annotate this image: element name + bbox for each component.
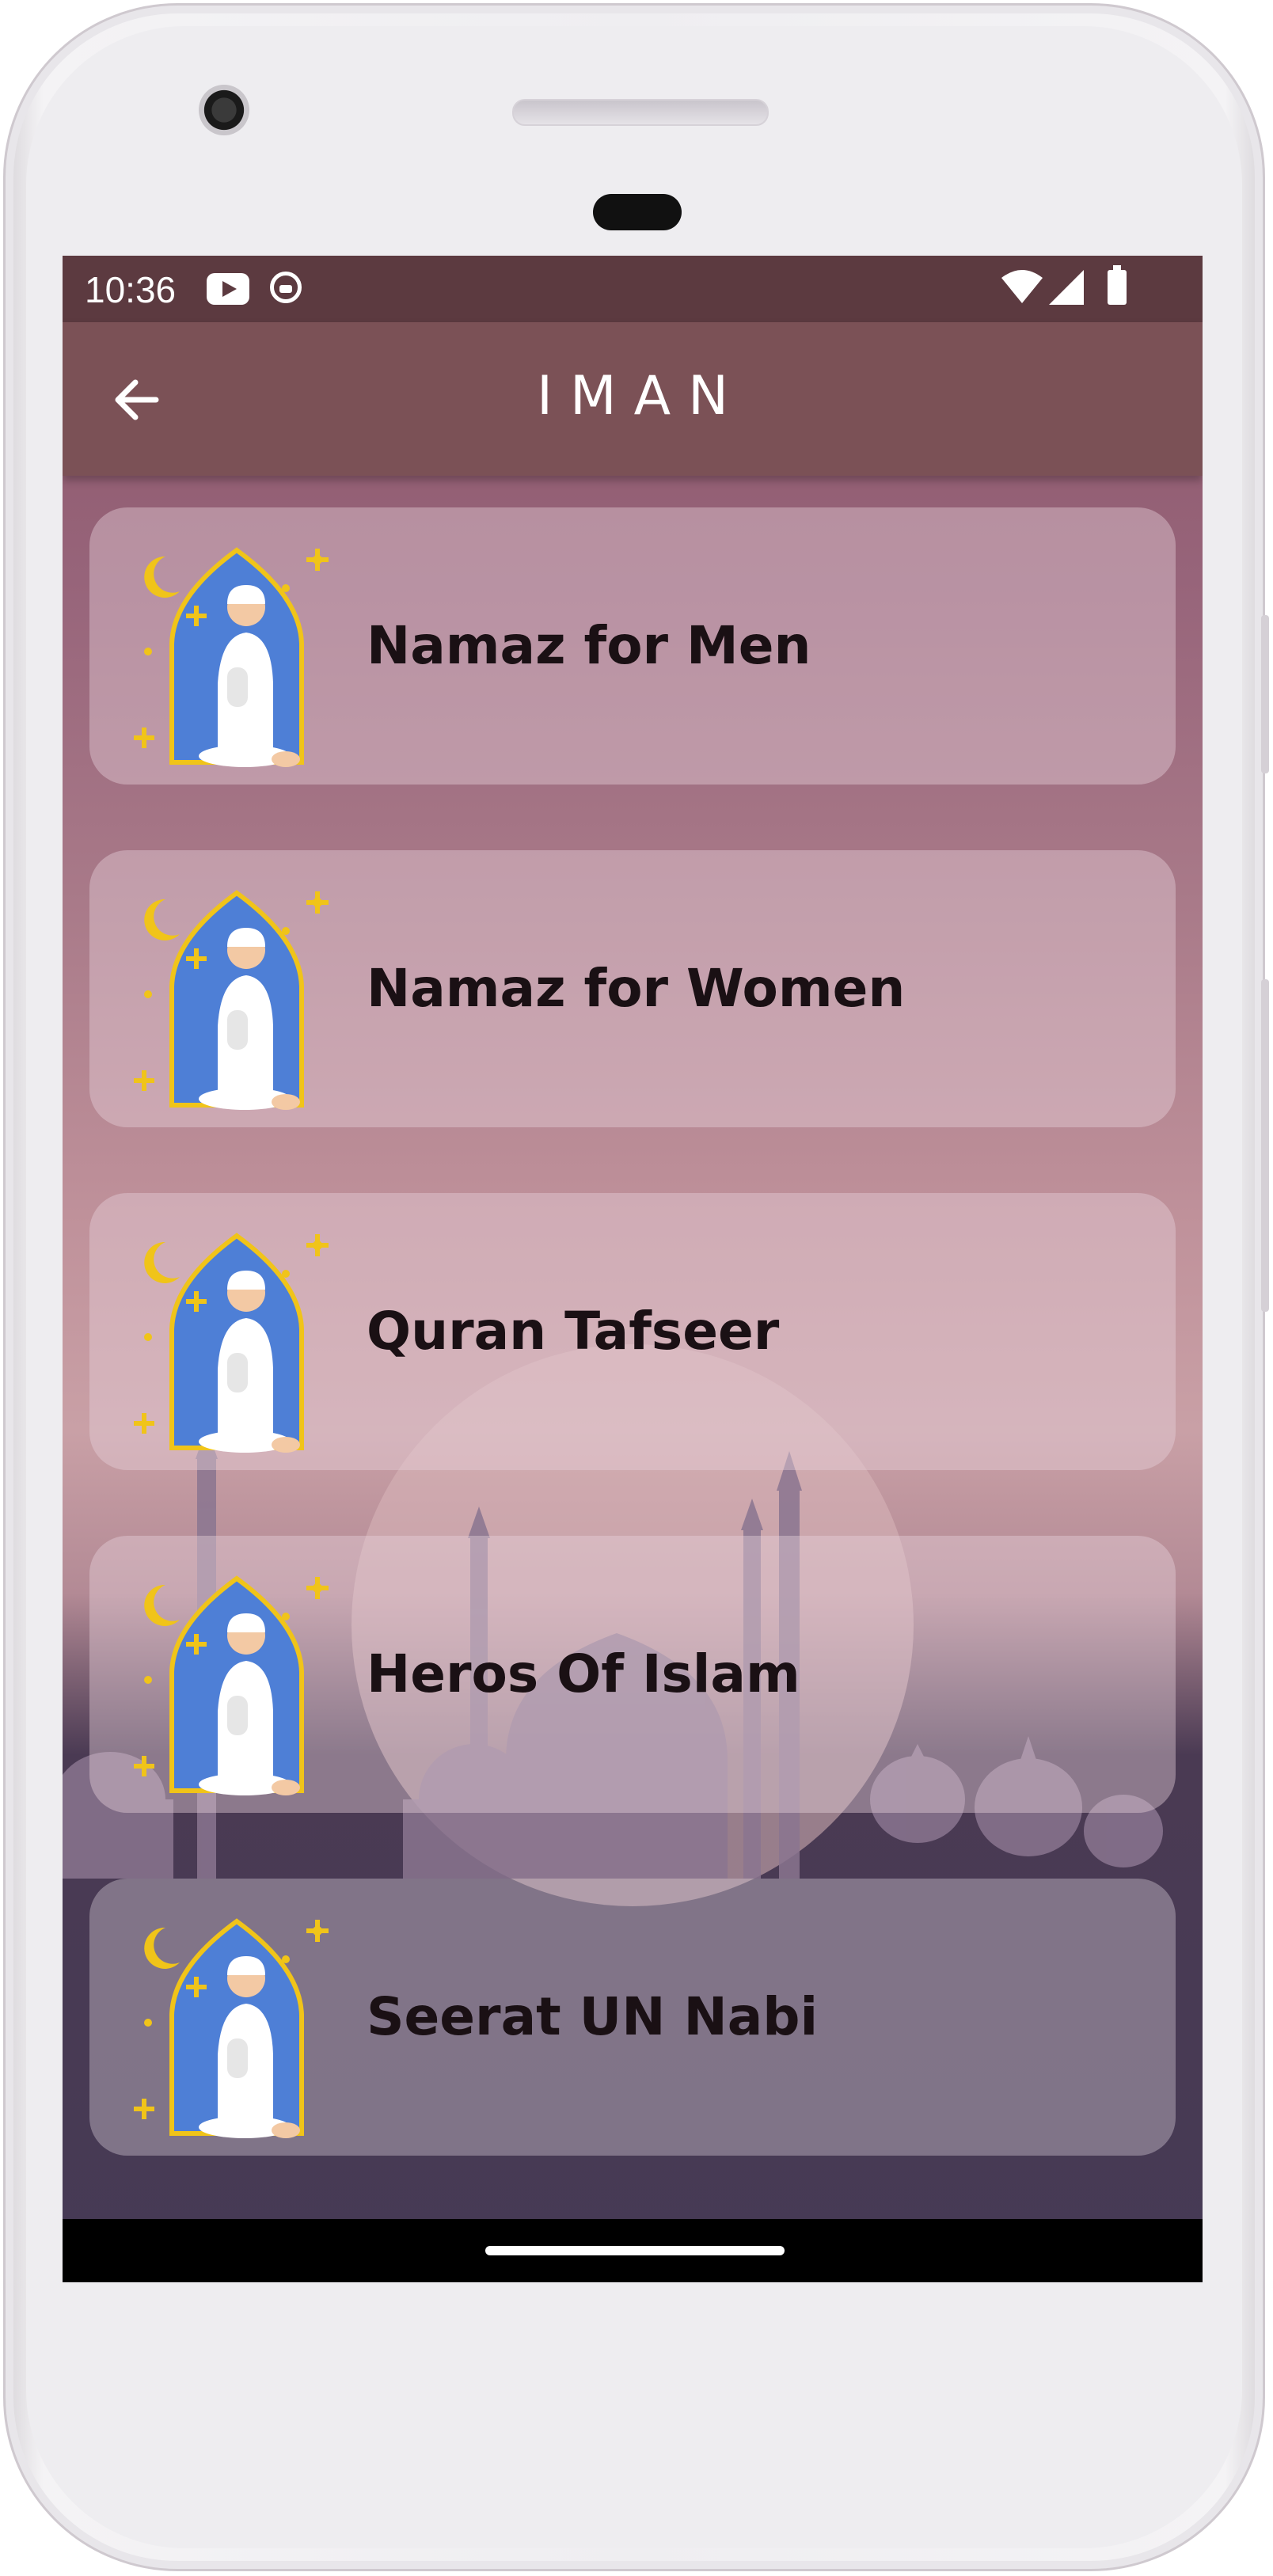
praying-man-icon	[134, 1918, 329, 2138]
menu-item-label: Seerat UN Nabi	[367, 1986, 819, 2047]
navigation-bar	[63, 2219, 1203, 2282]
status-bar: 10:36	[63, 256, 1203, 322]
praying-man-icon	[134, 890, 329, 1110]
proximity-sensor	[593, 194, 682, 230]
signal-icon	[1049, 270, 1084, 305]
menu-item-namaz-for-men[interactable]: Namaz for Men	[89, 507, 1176, 785]
menu-item-label: Namaz for Men	[367, 615, 811, 676]
screen: 10:36 IMAN Namaz for Men Namaz for Women…	[63, 256, 1203, 2282]
page-title: IMAN	[536, 365, 747, 427]
youtube-icon	[207, 273, 249, 305]
battery-icon	[1108, 265, 1127, 305]
front-camera	[199, 85, 249, 135]
volume-button	[1261, 615, 1269, 773]
menu-item-namaz-for-women[interactable]: Namaz for Women	[89, 850, 1176, 1127]
earpiece-speaker	[512, 99, 769, 126]
circle-app-icon	[270, 272, 302, 303]
praying-man-icon	[134, 547, 329, 767]
menu-item-quran-tafseer[interactable]: Quran Tafseer	[89, 1193, 1176, 1470]
power-button	[1261, 979, 1269, 1312]
home-gesture-handle[interactable]	[485, 2246, 785, 2255]
status-time: 10:36	[85, 269, 177, 310]
praying-man-icon	[134, 1233, 329, 1453]
menu-item-label: Heros Of Islam	[367, 1643, 800, 1704]
menu-item-seerat-un-nabi[interactable]: Seerat UN Nabi	[89, 1879, 1176, 2156]
wifi-icon	[1001, 270, 1043, 303]
menu-item-label: Namaz for Women	[367, 958, 906, 1019]
menu-item-label: Quran Tafseer	[367, 1301, 780, 1362]
app-bar: IMAN	[63, 322, 1203, 476]
praying-man-icon	[134, 1575, 329, 1795]
menu-item-heros-of-islam[interactable]: Heros Of Islam	[89, 1536, 1176, 1813]
